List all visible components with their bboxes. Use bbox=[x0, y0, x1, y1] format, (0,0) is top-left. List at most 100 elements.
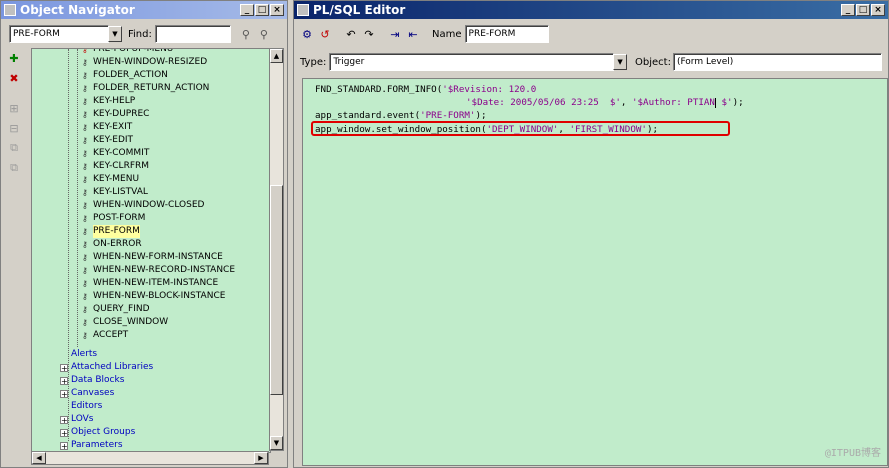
tree-item-trigger[interactable]: ⚷ PRE-FORM bbox=[82, 225, 140, 238]
collapse-all-icon[interactable]: ⧉ bbox=[5, 159, 23, 177]
module-dropdown-button[interactable]: ▼ bbox=[108, 26, 122, 42]
tree-node-label: Editors bbox=[71, 401, 103, 411]
type-dropdown-button[interactable]: ▼ bbox=[613, 54, 627, 70]
trigger-icon: ⚷ bbox=[82, 110, 88, 119]
tree-node-label: Attached Libraries bbox=[71, 362, 154, 372]
tree-item-trigger[interactable]: ⚷ KEY-LISTVAL bbox=[82, 186, 148, 199]
tree-item-trigger[interactable]: ⚷ KEY-DUPREC bbox=[82, 108, 149, 121]
watermark: @ITPUB博客 bbox=[824, 448, 881, 459]
compile-icon[interactable]: ⚙ bbox=[298, 25, 316, 43]
tree-node[interactable]: + LOVs bbox=[60, 413, 93, 426]
tree-node[interactable]: + Data Blocks bbox=[60, 374, 124, 387]
tree-item-trigger[interactable]: ⚷ KEY-HELP bbox=[82, 95, 135, 108]
navigator-title: Object Navigator bbox=[20, 3, 135, 17]
tree-item-label: KEY-MENU bbox=[93, 174, 140, 184]
tree-item-trigger[interactable]: ⚷ WHEN-NEW-FORM-INSTANCE bbox=[82, 251, 223, 264]
tree-item-trigger[interactable]: ⚷ WHEN-NEW-BLOCK-INSTANCE bbox=[82, 290, 225, 303]
window-icon bbox=[4, 4, 16, 16]
editor-title: PL/SQL Editor bbox=[313, 3, 406, 17]
tree-item-trigger[interactable]: ⚷ KEY-COMMIT bbox=[82, 147, 149, 160]
trigger-icon: ⚷ bbox=[82, 253, 88, 262]
tree-item-trigger[interactable]: ⚷ KEY-CLRFRM bbox=[82, 160, 149, 173]
editor-titlebar[interactable]: PL/SQL Editor _ □ × bbox=[294, 1, 888, 19]
name-field[interactable]: PRE-FORM bbox=[464, 25, 549, 43]
code-line-2: '$Date: 2005/05/06 23:25 $', '$Author: P… bbox=[466, 97, 744, 108]
create-icon[interactable]: ✚ bbox=[5, 49, 23, 67]
minimize-button[interactable]: _ bbox=[240, 4, 254, 16]
scroll-up-button[interactable]: ▲ bbox=[270, 49, 283, 63]
expand-icon[interactable]: ⊞ bbox=[5, 99, 23, 117]
expand-node-icon[interactable]: + bbox=[60, 389, 68, 398]
tree-item-trigger[interactable]: ⚷ KEY-MENU bbox=[82, 173, 139, 186]
close-button[interactable]: × bbox=[871, 4, 885, 16]
navigator-titlebar[interactable]: Object Navigator _ □ × bbox=[1, 1, 287, 19]
tree-item-trigger[interactable]: ⚷ WHEN-WINDOW-CLOSED bbox=[82, 199, 204, 212]
redo-icon[interactable]: ↷ bbox=[360, 25, 378, 43]
tree-item-label: WHEN-NEW-BLOCK-INSTANCE bbox=[93, 291, 226, 301]
scroll-left-button[interactable]: ◀ bbox=[32, 452, 46, 464]
tree-item-trigger[interactable]: ⚷ WHEN-WINDOW-RESIZED bbox=[82, 56, 207, 69]
revert-icon[interactable]: ↺ bbox=[316, 25, 334, 43]
scroll-right-button[interactable]: ▶ bbox=[254, 452, 268, 464]
tree-item-trigger[interactable]: ⚷ KEY-EDIT bbox=[82, 134, 133, 147]
tree-node[interactable]: + Canvases bbox=[60, 387, 114, 400]
expand-node-icon[interactable]: + bbox=[60, 415, 68, 424]
tree-connector-line bbox=[77, 49, 78, 347]
scroll-down-button[interactable]: ▼ bbox=[270, 436, 283, 450]
tree-item-label: CLOSE_WINDOW bbox=[93, 317, 169, 327]
tree-horizontal-scrollbar[interactable]: ◀ ▶ bbox=[31, 451, 269, 465]
outdent-icon[interactable]: ⇤ bbox=[404, 25, 422, 43]
expand-node-icon[interactable]: + bbox=[60, 441, 68, 450]
tree-item-trigger[interactable]: ⚷ ON-ERROR bbox=[82, 238, 142, 251]
tree-item-trigger[interactable]: ⚷ POST-FORM bbox=[82, 212, 145, 225]
tree-node[interactable]: + Attached Libraries bbox=[60, 361, 153, 374]
object-navigator-window: Object Navigator _ □ × PRE-FORM ▼ Find: … bbox=[0, 0, 288, 468]
object-label: Object: bbox=[635, 56, 671, 68]
object-select[interactable]: (Form Level) bbox=[672, 53, 882, 71]
tree-item-label: KEY-HELP bbox=[93, 96, 136, 106]
indent-icon[interactable]: ⇥ bbox=[386, 25, 404, 43]
expand-node-icon[interactable]: + bbox=[60, 363, 68, 372]
minimize-button[interactable]: _ bbox=[841, 4, 855, 16]
tree-item-label: KEY-EXIT bbox=[93, 122, 133, 132]
close-button[interactable]: × bbox=[270, 4, 284, 16]
scroll-thumb[interactable] bbox=[270, 185, 283, 395]
search-backward-icon[interactable]: ⚲ bbox=[255, 25, 273, 43]
tree-item-trigger[interactable]: ⚷ FOLDER_RETURN_ACTION bbox=[82, 82, 209, 95]
code-line-1: FND_STANDARD.FORM_INFO('$Revision: 120.0 bbox=[315, 84, 537, 95]
tree-item-trigger[interactable]: ⚷ ACCEPT bbox=[82, 329, 128, 342]
navigator-toolbar: PRE-FORM ▼ Find: ⚲ ⚲ bbox=[9, 23, 283, 45]
trigger-icon: ⚷ bbox=[82, 305, 88, 314]
tree-node[interactable]: Editors bbox=[71, 400, 102, 413]
trigger-icon: ⚷ bbox=[82, 136, 88, 145]
delete-icon[interactable]: ✖ bbox=[5, 69, 23, 87]
expand-node-icon[interactable]: + bbox=[60, 376, 68, 385]
expand-node-icon[interactable]: + bbox=[60, 428, 68, 437]
maximize-button[interactable]: □ bbox=[255, 4, 269, 16]
tree-item-trigger[interactable]: ⚷ QUERY_FIND bbox=[82, 303, 150, 316]
tree-item-trigger[interactable]: ⚷ FOLDER_ACTION bbox=[82, 69, 168, 82]
tree-node-label: LOVs bbox=[71, 414, 94, 424]
maximize-button[interactable]: □ bbox=[856, 4, 870, 16]
tree-item-trigger[interactable]: ⚷ WHEN-NEW-RECORD-INSTANCE bbox=[82, 264, 235, 277]
tree-item-trigger[interactable]: ⚷ CLOSE_WINDOW bbox=[82, 316, 168, 329]
trigger-icon: ⚷ bbox=[82, 331, 88, 340]
code-editor[interactable]: FND_STANDARD.FORM_INFO('$Revision: 120.0… bbox=[302, 78, 888, 466]
tree-vertical-scrollbar[interactable]: ▲ ▼ bbox=[269, 48, 284, 451]
tree-item-label: PRE-POPUP-MENU bbox=[93, 48, 174, 54]
expand-all-icon[interactable]: ⧉ bbox=[5, 139, 23, 157]
module-select[interactable]: PRE-FORM bbox=[9, 25, 109, 43]
search-forward-icon[interactable]: ⚲ bbox=[237, 25, 255, 43]
type-select[interactable]: Trigger bbox=[329, 53, 615, 71]
tree-item-label: POST-FORM bbox=[93, 213, 146, 223]
tree-item-trigger[interactable]: ⚷ PRE-POPUP-MENU bbox=[82, 48, 174, 56]
tree-node[interactable]: + Object Groups bbox=[60, 426, 135, 439]
find-input[interactable] bbox=[154, 25, 231, 43]
tree-item-trigger[interactable]: ⚷ KEY-EXIT bbox=[82, 121, 132, 134]
trigger-icon: ⚷ bbox=[82, 84, 88, 93]
undo-icon[interactable]: ↶ bbox=[342, 25, 360, 43]
tree-node-label: Alerts bbox=[71, 349, 98, 359]
collapse-icon[interactable]: ⊟ bbox=[5, 119, 23, 137]
tree-node[interactable]: Alerts bbox=[71, 348, 97, 361]
tree-item-trigger[interactable]: ⚷ WHEN-NEW-ITEM-INSTANCE bbox=[82, 277, 218, 290]
